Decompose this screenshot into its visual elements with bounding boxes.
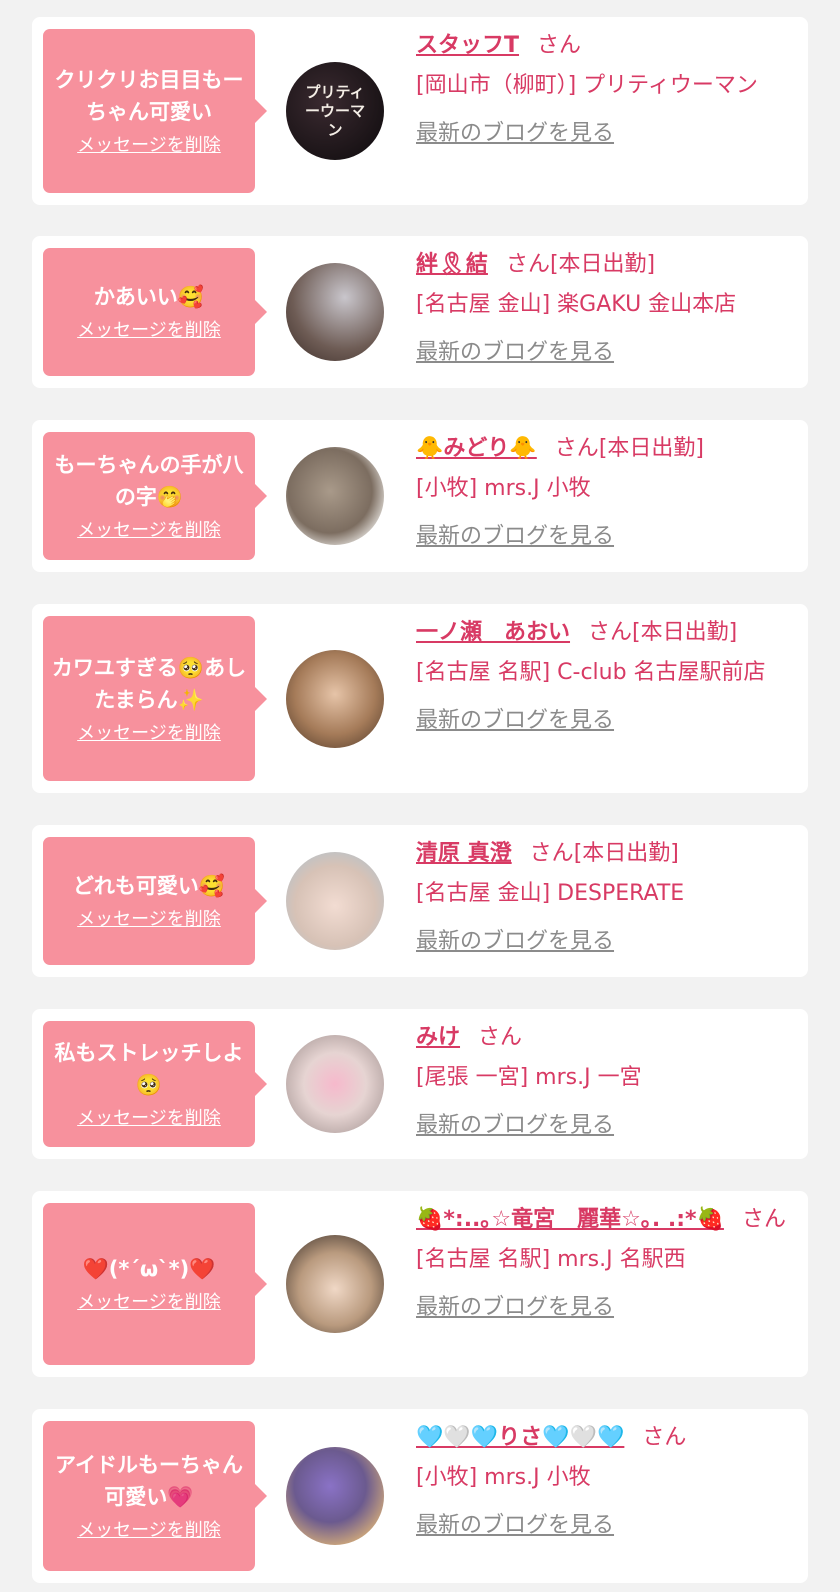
name-line: 🩵🤍🩵りさ🩵🤍🩵 さん [416,1421,794,1455]
status-badge: [本日出勤] [598,436,704,461]
latest-blog-link[interactable]: 最新のブログを見る [416,925,614,959]
girl-name-link[interactable]: みけ [416,1025,460,1050]
shop-location: [尾張 一宮] mrs.J 一宮 [416,1065,642,1090]
avatar[interactable] [286,1447,384,1545]
status-badge: [本日出勤] [573,841,679,866]
latest-blog-link[interactable]: 最新のブログを見る [416,1509,614,1543]
shop-location: [岡山市（柳町）] プリティウーマン [416,73,758,98]
latest-blog-link[interactable]: 最新のブログを見る [416,520,614,554]
message-bubble: クリクリお目目もーちゃん可愛い メッセージを削除 [43,29,267,193]
profile-info: 一ノ瀬 あおい さん[本日出勤] [名古屋 名駅] C-club 名古屋駅前店 最… [416,616,794,738]
message-bubble: もーちゃんの手が八の字🤭 メッセージを削除 [43,432,267,560]
honorific: さん [741,1207,786,1232]
name-line: 絆🎗結 さん[本日出勤] [416,248,794,282]
latest-blog-link[interactable]: 最新のブログを見る [416,336,614,370]
message-card: クリクリお目目もーちゃん可愛い メッセージを削除 プリティーウーマン スタッフT… [32,17,808,205]
message-text: アイドルもーちゃん可愛い💗 [55,1453,243,1509]
name-line: 清原 真澄 さん[本日出勤] [416,837,794,871]
shop-location: [名古屋 名駅] C-club 名古屋駅前店 [416,660,766,685]
honorific: さん [505,252,550,277]
message-text: もーちゃんの手が八の字🤭 [54,453,244,509]
profile-info: 🩵🤍🩵りさ🩵🤍🩵 さん [小牧] mrs.J 小牧 最新のブログを見る [416,1421,794,1543]
avatar[interactable] [286,1035,384,1133]
girl-name-link[interactable]: 絆🎗結 [416,252,488,277]
message-bubble: ❤️(*´ω`*)❤️ メッセージを削除 [43,1203,267,1365]
profile-info: 🐥みどり🐥 さん[本日出勤] [小牧] mrs.J 小牧 最新のブログを見る [416,432,794,554]
profile-info: 🍓*:..｡☆竜宮 麗華☆｡. .:*🍓 さん [名古屋 名駅] mrs.J 名駅… [416,1203,794,1325]
profile-info: スタッフT さん [岡山市（柳町）] プリティウーマン 最新のブログを見る [416,29,794,151]
avatar[interactable] [286,852,384,950]
shop-location: [名古屋 金山] DESPERATE [416,881,685,906]
message-card: かあいい🥰 メッセージを削除 絆🎗結 さん[本日出勤] [名古屋 金山] 楽GAK… [32,236,808,388]
honorific: さん [537,33,582,58]
message-text: カワユすぎる🥺あしたまらん✨ [51,655,247,712]
girl-name-link[interactable]: スタッフT [416,33,519,58]
avatar-logo-text: プリティーウーマン [304,82,365,139]
girl-name-link[interactable]: 🐥みどり🐥 [416,436,537,461]
avatar[interactable] [286,447,384,545]
girl-name-link[interactable]: 🍓*:..｡☆竜宮 麗華☆｡. .:*🍓 [416,1207,724,1232]
profile-info: 絆🎗結 さん[本日出勤] [名古屋 金山] 楽GAKU 金山本店 最新のブログを見… [416,248,794,370]
girl-name-link[interactable]: 🩵🤍🩵りさ🩵🤍🩵 [416,1425,624,1450]
shop-location: [小牧] mrs.J 小牧 [416,1465,591,1490]
profile-info: 清原 真澄 さん[本日出勤] [名古屋 金山] DESPERATE 最新のブログを… [416,837,794,959]
name-line: スタッフT さん [416,29,794,63]
honorific: さん [554,436,599,461]
name-line: 🐥みどり🐥 さん[本日出勤] [416,432,794,466]
message-bubble: かあいい🥰 メッセージを削除 [43,248,267,376]
message-text: どれも可愛い🥰 [72,874,226,898]
delete-message-link[interactable]: メッセージを削除 [77,134,221,158]
latest-blog-link[interactable]: 最新のブログを見る [416,704,614,738]
message-text: 私もストレッチしよ🥺 [54,1041,244,1097]
message-bubble: カワユすぎる🥺あしたまらん✨ メッセージを削除 [43,616,267,781]
latest-blog-link[interactable]: 最新のブログを見る [416,117,614,151]
message-card: どれも可愛い🥰 メッセージを削除 清原 真澄 さん[本日出勤] [名古屋 金山] … [32,825,808,977]
message-bubble: 私もストレッチしよ🥺 メッセージを削除 [43,1021,267,1147]
latest-blog-link[interactable]: 最新のブログを見る [416,1291,614,1325]
girl-name-link[interactable]: 清原 真澄 [416,841,512,866]
honorific: さん [529,841,574,866]
delete-message-link[interactable]: メッセージを削除 [77,319,221,343]
delete-message-link[interactable]: メッセージを削除 [77,722,221,746]
avatar[interactable] [286,650,384,748]
message-bubble: どれも可愛い🥰 メッセージを削除 [43,837,267,965]
avatar[interactable]: プリティーウーマン [286,62,384,160]
message-card: アイドルもーちゃん可愛い💗 メッセージを削除 🩵🤍🩵りさ🩵🤍🩵 さん [小牧] m… [32,1409,808,1583]
honorific: さん [478,1025,523,1050]
status-badge: [本日出勤] [549,252,656,277]
delete-message-link[interactable]: メッセージを削除 [77,908,221,932]
shop-location: [名古屋 金山] 楽GAKU 金山本店 [416,292,737,317]
message-text: ❤️(*´ω`*)❤️ [82,1257,216,1281]
profile-info: みけ さん [尾張 一宮] mrs.J 一宮 最新のブログを見る [416,1021,794,1143]
shop-location: [名古屋 名駅] mrs.J 名駅西 [416,1247,686,1272]
message-text: クリクリお目目もーちゃん可愛い [54,68,244,124]
delete-message-link[interactable]: メッセージを削除 [77,1107,221,1131]
message-text: かあいい🥰 [93,285,205,309]
status-badge: [本日出勤] [632,620,738,645]
message-list: クリクリお目目もーちゃん可愛い メッセージを削除 プリティーウーマン スタッフT… [0,0,840,1592]
message-card: 私もストレッチしよ🥺 メッセージを削除 みけ さん [尾張 一宮] mrs.J 一… [32,1009,808,1159]
message-card: カワユすぎる🥺あしたまらん✨ メッセージを削除 一ノ瀬 あおい さん[本日出勤] … [32,604,808,793]
avatar[interactable] [286,263,384,361]
girl-name-link[interactable]: 一ノ瀬 あおい [416,620,570,645]
name-line: 🍓*:..｡☆竜宮 麗華☆｡. .:*🍓 さん [416,1203,794,1237]
delete-message-link[interactable]: メッセージを削除 [77,519,221,543]
name-line: みけ さん [416,1021,794,1055]
shop-location: [小牧] mrs.J 小牧 [416,476,591,501]
delete-message-link[interactable]: メッセージを削除 [77,1519,221,1543]
honorific: さん [588,620,633,645]
message-card: ❤️(*´ω`*)❤️ メッセージを削除 🍓*:..｡☆竜宮 麗華☆｡. .:*… [32,1191,808,1377]
name-line: 一ノ瀬 あおい さん[本日出勤] [416,616,794,650]
message-bubble: アイドルもーちゃん可愛い💗 メッセージを削除 [43,1421,267,1571]
delete-message-link[interactable]: メッセージを削除 [77,1291,221,1315]
message-card: もーちゃんの手が八の字🤭 メッセージを削除 🐥みどり🐥 さん[本日出勤] [小牧]… [32,420,808,572]
honorific: さん [642,1425,687,1450]
avatar[interactable] [286,1235,384,1333]
latest-blog-link[interactable]: 最新のブログを見る [416,1109,614,1143]
